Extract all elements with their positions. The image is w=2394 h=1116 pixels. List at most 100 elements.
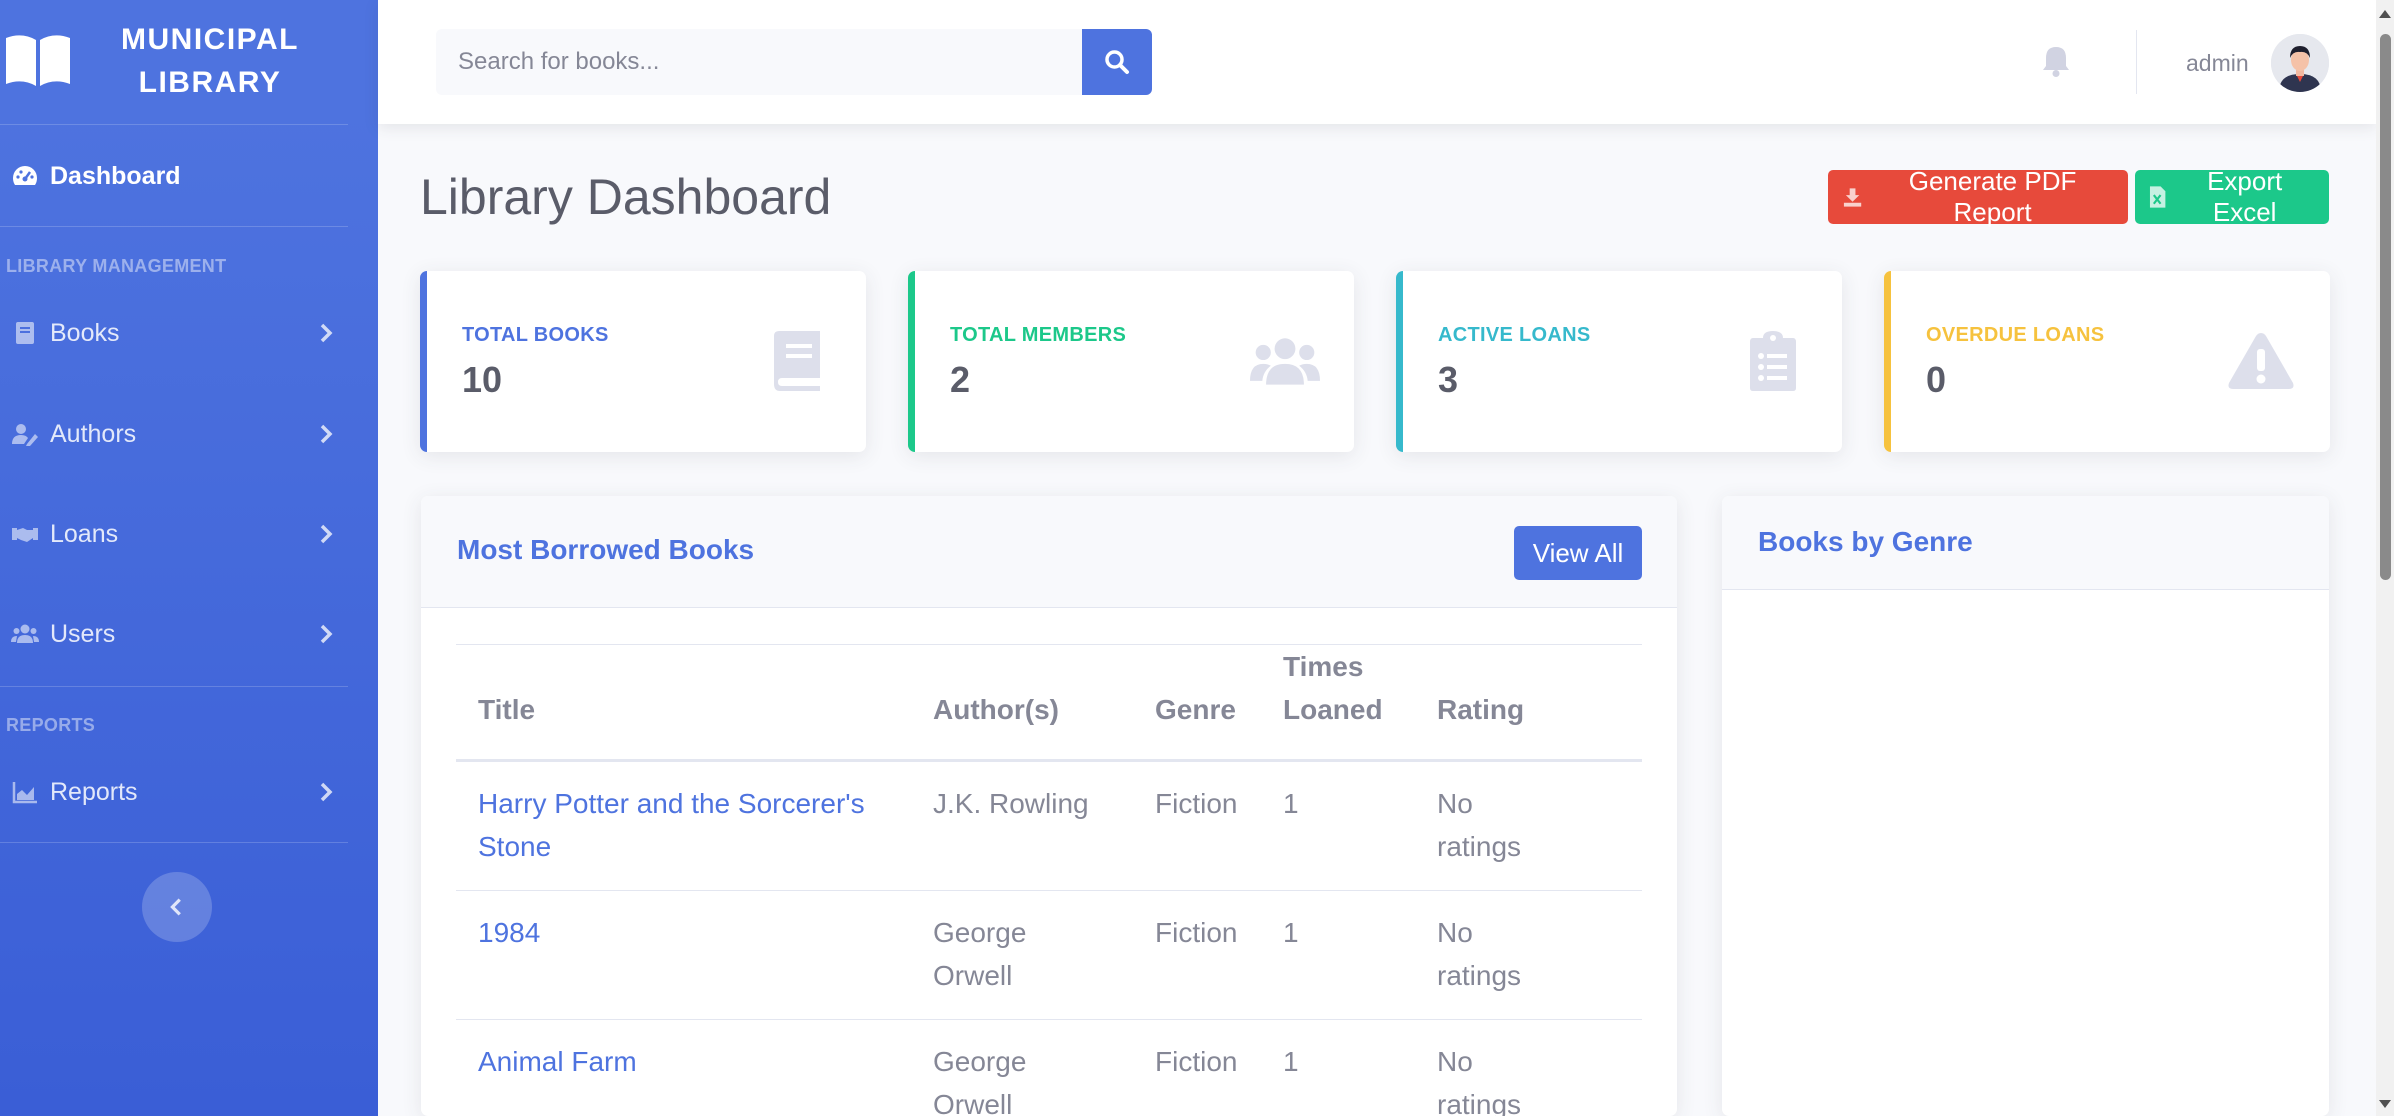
- sidebar-item-label: Loans: [50, 519, 119, 548]
- chart-area-icon: [0, 778, 50, 806]
- sidebar-item-dashboard[interactable]: Dashboard: [0, 144, 350, 208]
- most-borrowed-table: Title Author(s) Genre Times Loaned Ratin…: [456, 644, 1642, 1116]
- user-menu[interactable]: admin: [2186, 34, 2329, 92]
- sidebar-item-reports[interactable]: Reports: [0, 760, 350, 824]
- cell-author: J.K. Rowling: [911, 760, 1133, 891]
- sidebar: MUNICIPAL LIBRARY Dashboard LIBRARY MANA…: [0, 0, 378, 1116]
- cell-title: 1984: [456, 890, 911, 1020]
- users-icon: [0, 620, 50, 648]
- table-row: 1984 George Orwell Fiction 1 No ratings: [456, 890, 1642, 1020]
- table-row: Harry Potter and the Sorcerer's Stone J.…: [456, 760, 1642, 891]
- stat-value: 10: [462, 359, 503, 400]
- column-header-times-loaned-label: Times Loaned: [1283, 651, 1383, 725]
- stat-label: OVERDUE LOANS: [1926, 324, 2105, 346]
- sidebar-brand[interactable]: MUNICIPAL LIBRARY: [0, 0, 378, 124]
- sidebar-heading-management: LIBRARY MANAGEMENT: [6, 256, 227, 276]
- cell-genre: Fiction: [1133, 1019, 1261, 1116]
- chevron-right-icon: [320, 424, 333, 444]
- sidebar-divider: [0, 226, 348, 227]
- author-text: George Orwell: [933, 917, 1027, 991]
- cell-rating: No ratings: [1415, 1019, 1642, 1116]
- stat-card-total-books: TOTAL BOOKS 10: [420, 271, 866, 452]
- stat-card-accent: [1884, 271, 1891, 452]
- chevron-left-icon: [170, 898, 181, 916]
- stat-card-active-loans: ACTIVE LOANS 3: [1396, 271, 1842, 452]
- stat-value: 3: [1438, 359, 1459, 400]
- sidebar-item-label: Authors: [50, 419, 137, 448]
- rating-text: No ratings: [1437, 917, 1522, 991]
- stat-label: TOTAL MEMBERS: [950, 324, 1127, 346]
- book-title-link[interactable]: Harry Potter and the Sorcerer's Stone: [478, 788, 865, 862]
- column-header-rating[interactable]: Rating: [1415, 645, 1642, 761]
- genre-chart-area: [1722, 590, 2329, 1116]
- books-by-genre-card: Books by Genre: [1722, 496, 2329, 1116]
- book-icon: [0, 319, 50, 347]
- stat-card-total-members: TOTAL MEMBERS 2: [908, 271, 1354, 452]
- cell-genre: Fiction: [1133, 760, 1261, 891]
- sidebar-divider: [0, 686, 348, 687]
- column-header-authors[interactable]: Author(s): [911, 645, 1133, 761]
- table-header-row: Title Author(s) Genre Times Loaned Ratin…: [456, 644, 1642, 761]
- author-text: George Orwell: [933, 1046, 1027, 1116]
- cell-author: George Orwell: [911, 890, 1133, 1020]
- sidebar-item-users[interactable]: Users: [0, 602, 350, 666]
- book-icon: [762, 329, 832, 393]
- chevron-right-icon: [320, 782, 333, 802]
- sidebar-item-label: Reports: [50, 777, 138, 806]
- search-icon: [1105, 50, 1129, 74]
- sidebar-toggle-button[interactable]: [142, 872, 212, 942]
- scrollbar-thumb[interactable]: [2380, 34, 2391, 580]
- column-header-title[interactable]: Title: [456, 645, 911, 761]
- user-name: admin: [2186, 49, 2249, 76]
- sidebar-item-label: Dashboard: [50, 161, 181, 190]
- scroll-down-arrow-icon[interactable]: [2379, 1100, 2391, 1108]
- card-title: Most Borrowed Books: [457, 534, 755, 565]
- stat-card-accent: [420, 271, 427, 452]
- bell-icon[interactable]: [2040, 44, 2072, 78]
- chevron-right-icon: [320, 624, 333, 644]
- rating-text: No ratings: [1437, 1046, 1522, 1116]
- stat-value: 2: [950, 359, 971, 400]
- column-header-genre[interactable]: Genre: [1133, 645, 1261, 761]
- stat-value: 0: [1926, 359, 1947, 400]
- book-title-link[interactable]: 1984: [478, 917, 540, 948]
- search-input[interactable]: [436, 29, 1082, 95]
- sidebar-item-label: Users: [50, 619, 116, 648]
- user-avatar-icon: [2270, 34, 2329, 92]
- stat-label: ACTIVE LOANS: [1438, 324, 1591, 346]
- search-button[interactable]: [1082, 29, 1152, 95]
- sidebar-item-books[interactable]: Books: [0, 301, 350, 365]
- brand-line-2: LIBRARY: [138, 66, 282, 99]
- scroll-up-arrow-icon[interactable]: [2379, 10, 2391, 18]
- sidebar-heading-reports: REPORTS: [6, 715, 96, 735]
- book-title-link[interactable]: Animal Farm: [478, 1046, 637, 1077]
- file-excel-icon: [2149, 186, 2166, 208]
- cell-times-loaned: 1: [1261, 890, 1415, 1020]
- cell-genre: Fiction: [1133, 890, 1261, 1020]
- download-icon: [1843, 188, 1862, 207]
- chevron-right-icon: [320, 323, 333, 343]
- sidebar-item-authors[interactable]: Authors: [0, 402, 350, 466]
- sidebar-divider: [0, 842, 348, 843]
- sidebar-item-loans[interactable]: Loans: [0, 502, 350, 566]
- cell-title: Harry Potter and the Sorcerer's Stone: [456, 760, 911, 891]
- column-header-times-loaned[interactable]: Times Loaned: [1261, 645, 1415, 761]
- table-row: Animal Farm George Orwell Fiction 1 No r…: [456, 1019, 1642, 1116]
- stat-card-overdue-loans: OVERDUE LOANS 0: [1884, 271, 2330, 452]
- brand-line-1: MUNICIPAL: [121, 23, 299, 56]
- export-excel-button[interactable]: Export Excel: [2135, 166, 2329, 227]
- view-all-button[interactable]: View All: [1514, 526, 1642, 580]
- card-header: Most Borrowed Books View All: [421, 496, 1677, 608]
- page-scrollbar[interactable]: [2376, 0, 2394, 1116]
- chevron-right-icon: [320, 524, 333, 544]
- cell-times-loaned: 1: [1261, 760, 1415, 891]
- handshake-icon: [0, 520, 50, 548]
- stat-card-accent: [1396, 271, 1403, 452]
- generate-pdf-report-button[interactable]: Generate PDF Report: [1828, 166, 2128, 227]
- brand-name: MUNICIPAL LIBRARY: [100, 18, 320, 104]
- cell-times-loaned: 1: [1261, 1019, 1415, 1116]
- user-edit-icon: [0, 420, 50, 448]
- avatar: [2270, 34, 2329, 92]
- sidebar-item-label: Books: [50, 318, 120, 347]
- warning-icon: [2226, 329, 2296, 393]
